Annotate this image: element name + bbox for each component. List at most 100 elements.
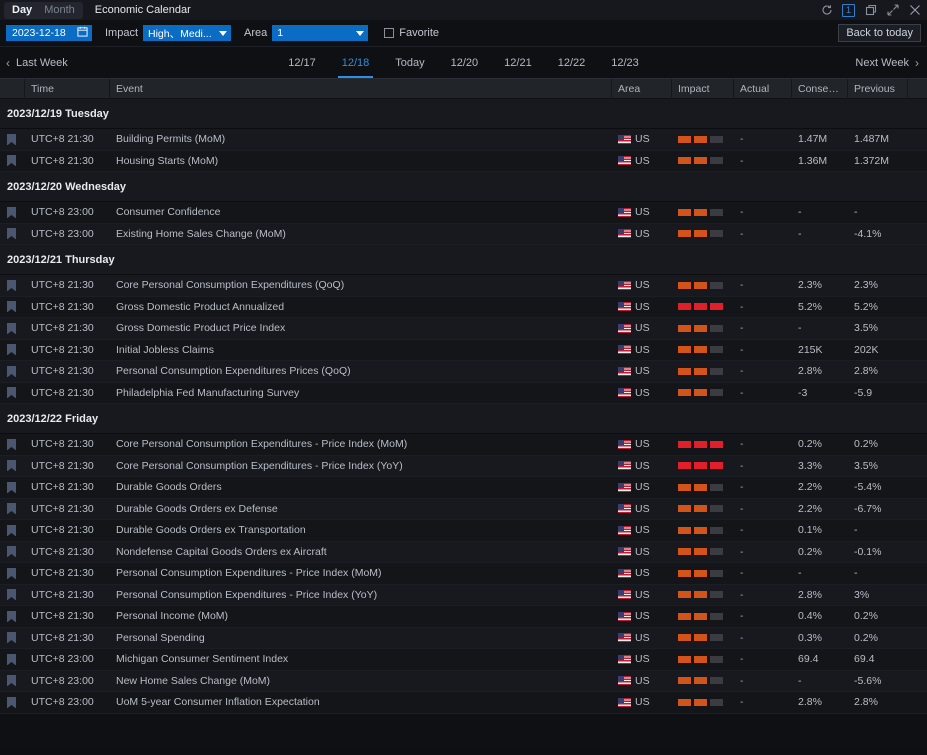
event-name[interactable]: Core Personal Consumption Expenditures (…	[110, 279, 612, 291]
bookmark-toggle[interactable]	[0, 653, 25, 665]
event-name[interactable]: Durable Goods Orders	[110, 481, 612, 493]
bookmark-toggle[interactable]	[0, 675, 25, 687]
table-row[interactable]: UTC+8 21:30 Durable Goods Orders ex Trans…	[0, 520, 927, 542]
table-row[interactable]: UTC+8 21:30 Nondefense Capital Goods Orde…	[0, 541, 927, 563]
bookmark-toggle[interactable]	[0, 322, 25, 334]
event-name[interactable]: Nondefense Capital Goods Orders ex Aircr…	[110, 546, 612, 558]
event-name[interactable]: Existing Home Sales Change (MoM)	[110, 228, 612, 240]
day-tab-12-21[interactable]: 12/21	[504, 47, 532, 78]
table-row[interactable]: UTC+8 23:00 UoM 5-year Consumer Inflation…	[0, 692, 927, 714]
bookmark-toggle[interactable]	[0, 228, 25, 240]
bookmark-toggle[interactable]	[0, 696, 25, 708]
tab-month[interactable]: Month	[38, 2, 81, 19]
event-name[interactable]: Core Personal Consumption Expenditures -…	[110, 438, 612, 450]
day-tab-12-23[interactable]: 12/23	[611, 47, 639, 78]
event-name[interactable]: Personal Consumption Expenditures Prices…	[110, 365, 612, 377]
table-row[interactable]: UTC+8 21:30 Personal Consumption Expendit…	[0, 584, 927, 606]
tab-day[interactable]: Day	[6, 2, 38, 19]
event-name[interactable]: UoM 5-year Consumer Inflation Expectatio…	[110, 696, 612, 708]
refresh-icon[interactable]	[820, 4, 833, 17]
table-row[interactable]: UTC+8 21:30 Core Personal Consumption Exp…	[0, 275, 927, 297]
impact-bar	[710, 548, 723, 556]
event-impact	[672, 389, 734, 397]
date-picker[interactable]: 2023-12-18	[6, 25, 92, 41]
table-row[interactable]: UTC+8 21:30 Personal Income (MoM) US - 0.4% 0…	[0, 606, 927, 628]
next-week-button[interactable]: Next Week ›	[855, 57, 919, 69]
event-name[interactable]: Personal Consumption Expenditures - Pric…	[110, 567, 612, 579]
event-name[interactable]: Gross Domestic Product Annualized	[110, 301, 612, 313]
bookmark-toggle[interactable]	[0, 301, 25, 313]
view-mode-switch[interactable]: Day Month	[4, 1, 83, 19]
table-row[interactable]: UTC+8 23:00 New Home Sales Change (MoM) US…	[0, 670, 927, 692]
bookmark-toggle[interactable]	[0, 344, 25, 356]
back-to-today-button[interactable]: Back to today	[838, 24, 921, 42]
bookmark-toggle[interactable]	[0, 155, 25, 167]
event-name[interactable]: Initial Jobless Claims	[110, 344, 612, 356]
day-tab-today[interactable]: Today	[395, 47, 424, 78]
impact-bar	[678, 281, 691, 289]
event-name[interactable]: Gross Domestic Product Price Index	[110, 322, 612, 334]
table-row[interactable]: UTC+8 21:30 Durable Goods Orders US - 2.2% -5…	[0, 477, 927, 499]
last-week-button[interactable]: ‹ Last Week	[6, 57, 68, 69]
event-name[interactable]: Personal Income (MoM)	[110, 610, 612, 622]
bookmark-toggle[interactable]	[0, 632, 25, 644]
table-row[interactable]: UTC+8 21:30 Personal Spending US - 0.3% 0.2%	[0, 627, 927, 649]
event-name[interactable]: Housing Starts (MoM)	[110, 155, 612, 167]
table-row[interactable]: UTC+8 23:00 Michigan Consumer Sentiment I…	[0, 649, 927, 671]
table-row[interactable]: UTC+8 21:30 Philadelphia Fed Manufacturin…	[0, 382, 927, 404]
bookmark-toggle[interactable]	[0, 481, 25, 493]
expand-icon[interactable]	[886, 4, 899, 17]
event-name[interactable]: New Home Sales Change (MoM)	[110, 675, 612, 687]
window-count-badge[interactable]: 1	[842, 3, 855, 17]
bookmark-toggle[interactable]	[0, 133, 25, 145]
table-row[interactable]: UTC+8 21:30 Personal Consumption Expendit…	[0, 563, 927, 585]
table-row[interactable]: UTC+8 21:30 Gross Domestic Product Annual…	[0, 296, 927, 318]
event-name[interactable]: Durable Goods Orders ex Defense	[110, 503, 612, 515]
calendar-scroll-area[interactable]: 2023/12/19 Tuesday UTC+8 21:30 Building Pe…	[0, 99, 927, 747]
restore-icon[interactable]	[864, 4, 877, 17]
event-name[interactable]: Personal Spending	[110, 632, 612, 644]
impact-filter-select[interactable]: High、Medi...	[143, 25, 232, 41]
impact-indicator	[678, 569, 728, 577]
event-area: US	[612, 481, 672, 493]
table-row[interactable]: UTC+8 21:30 Gross Domestic Product Price …	[0, 318, 927, 340]
bookmark-toggle[interactable]	[0, 524, 25, 536]
day-tab-12-20[interactable]: 12/20	[451, 47, 479, 78]
bookmark-toggle[interactable]	[0, 589, 25, 601]
bookmark-toggle[interactable]	[0, 365, 25, 377]
table-row[interactable]: UTC+8 21:30 Core Personal Consumption Exp…	[0, 455, 927, 477]
bookmark-toggle[interactable]	[0, 438, 25, 450]
day-tab-12-18[interactable]: 12/18	[337, 47, 373, 78]
table-row[interactable]: UTC+8 21:30 Housing Starts (MoM) US - 1.36M 1…	[0, 150, 927, 172]
area-filter-select[interactable]: 1	[272, 25, 369, 41]
event-name[interactable]: Michigan Consumer Sentiment Index	[110, 653, 612, 665]
event-name[interactable]: Building Permits (MoM)	[110, 133, 612, 145]
bookmark-toggle[interactable]	[0, 460, 25, 472]
bookmark-toggle[interactable]	[0, 567, 25, 579]
event-name[interactable]: Core Personal Consumption Expenditures -…	[110, 460, 612, 472]
bookmark-toggle[interactable]	[0, 546, 25, 558]
bookmark-toggle[interactable]	[0, 279, 25, 291]
bookmark-toggle[interactable]	[0, 206, 25, 218]
table-row[interactable]: UTC+8 21:30 Core Personal Consumption Exp…	[0, 434, 927, 456]
table-row[interactable]: UTC+8 21:30 Initial Jobless Claims US - 215K…	[0, 339, 927, 361]
event-name[interactable]: Personal Consumption Expenditures - Pric…	[110, 589, 612, 601]
table-row[interactable]: UTC+8 23:00 Consumer Confidence US - - -	[0, 202, 927, 224]
table-row[interactable]: UTC+8 21:30 Personal Consumption Expendit…	[0, 361, 927, 383]
day-tab-12-22[interactable]: 12/22	[558, 47, 586, 78]
favorite-checkbox[interactable]	[384, 28, 395, 38]
event-name[interactable]: Durable Goods Orders ex Transportation	[110, 524, 612, 536]
table-row[interactable]: UTC+8 21:30 Durable Goods Orders ex Defen…	[0, 498, 927, 520]
table-row[interactable]: UTC+8 23:00 Existing Home Sales Change (M…	[0, 223, 927, 245]
bookmark-toggle[interactable]	[0, 610, 25, 622]
bookmark-toggle[interactable]	[0, 503, 25, 515]
event-name[interactable]: Philadelphia Fed Manufacturing Survey	[110, 387, 612, 399]
close-icon[interactable]	[908, 4, 921, 17]
favorite-filter-toggle[interactable]: Favorite	[384, 27, 439, 39]
day-tab-12-17[interactable]: 12/17	[288, 47, 316, 78]
table-row[interactable]: UTC+8 21:30 Building Permits (MoM) US - 1.47…	[0, 129, 927, 151]
event-name[interactable]: Consumer Confidence	[110, 206, 612, 218]
impact-bar	[694, 655, 707, 663]
bookmark-toggle[interactable]	[0, 387, 25, 399]
event-actual: -	[740, 567, 744, 580]
